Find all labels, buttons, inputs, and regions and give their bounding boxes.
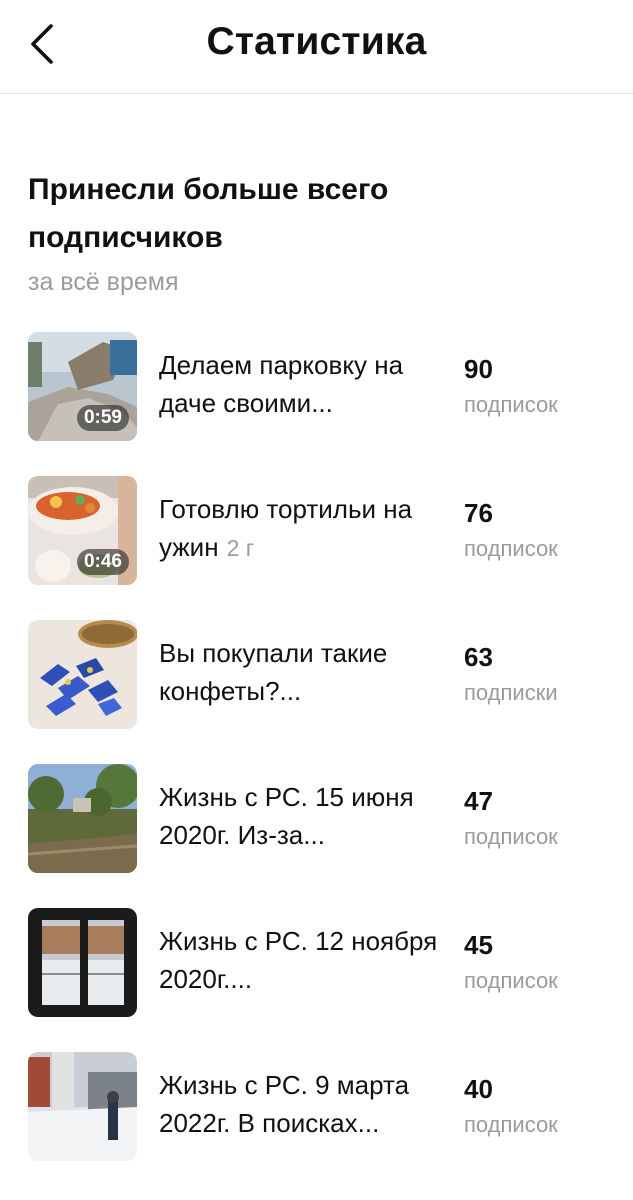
subscriptions-label: подписки [464, 680, 558, 705]
video-thumbnail[interactable] [28, 764, 137, 873]
video-title[interactable]: Жизнь с РС. 9 марта 2022г. В поисках... [159, 1066, 444, 1142]
video-age: 2 г [226, 535, 255, 561]
page-title: Статистика [206, 20, 427, 63]
subscriptions-count: 45 [464, 930, 493, 960]
subscriptions-stat: 90 подписок [464, 354, 558, 420]
video-thumbnail[interactable] [28, 908, 137, 1017]
subscriptions-count: 40 [464, 1074, 493, 1104]
video-thumbnail[interactable]: 0:46 [28, 476, 137, 585]
subscriptions-stat: 47 подписок [464, 786, 558, 852]
subscriptions-label: подписок [464, 1112, 558, 1137]
video-title[interactable]: Делаем парковку на даче своими... [159, 346, 444, 422]
video-title[interactable]: Готовлю тортильи на ужин 2 г [159, 490, 444, 567]
top-bar: Статистика [0, 0, 633, 94]
section-title: Принесли больше всего подписчиков [28, 173, 389, 254]
list-item[interactable]: Вы покупали такие конфеты?... 63 подписк… [28, 620, 618, 764]
subscriptions-count: 63 [464, 642, 493, 672]
top-videos-list: 0:59 Делаем парковку на даче своими... 9… [28, 332, 618, 1196]
subscriptions-stat: 76 подписок [464, 498, 558, 564]
list-item[interactable]: 0:59 Делаем парковку на даче своими... 9… [28, 332, 618, 476]
video-thumbnail[interactable] [28, 1052, 137, 1161]
subscriptions-label: подписок [464, 968, 558, 993]
subscriptions-label: подписок [464, 824, 558, 849]
subscriptions-label: подписок [464, 536, 558, 561]
video-title[interactable]: Жизнь с РС. 15 июня 2020г. Из-за... [159, 778, 444, 854]
video-title[interactable]: Жизнь с РС. 12 ноября 2020г.... [159, 922, 444, 998]
section-subtitle: за всё время [28, 268, 179, 296]
video-thumbnail[interactable]: 0:59 [28, 332, 137, 441]
video-duration: 0:46 [76, 549, 129, 575]
list-item[interactable]: Жизнь с РС. 9 марта 2022г. В поисках... … [28, 1052, 618, 1196]
subscriptions-stat: 45 подписок [464, 930, 558, 996]
subscriptions-label: подписок [464, 392, 558, 417]
subscriptions-count: 76 [464, 498, 493, 528]
subscriptions-count: 90 [464, 354, 493, 384]
subscriptions-count: 47 [464, 786, 493, 816]
subscriptions-stat: 63 подписки [464, 642, 558, 708]
list-item[interactable]: Жизнь с РС. 15 июня 2020г. Из-за... 47 п… [28, 764, 618, 908]
video-thumbnail[interactable] [28, 620, 137, 729]
video-duration: 0:59 [76, 405, 129, 431]
video-title[interactable]: Вы покупали такие конфеты?... [159, 634, 444, 710]
subscriptions-stat: 40 подписок [464, 1074, 558, 1140]
list-item[interactable]: 0:46 Готовлю тортильи на ужин 2 г 76 подп… [28, 476, 618, 620]
section-header: Принесли больше всего подписчиков за всё… [28, 166, 608, 302]
list-item[interactable]: Жизнь с РС. 12 ноября 2020г.... 45 подпи… [28, 908, 618, 1052]
